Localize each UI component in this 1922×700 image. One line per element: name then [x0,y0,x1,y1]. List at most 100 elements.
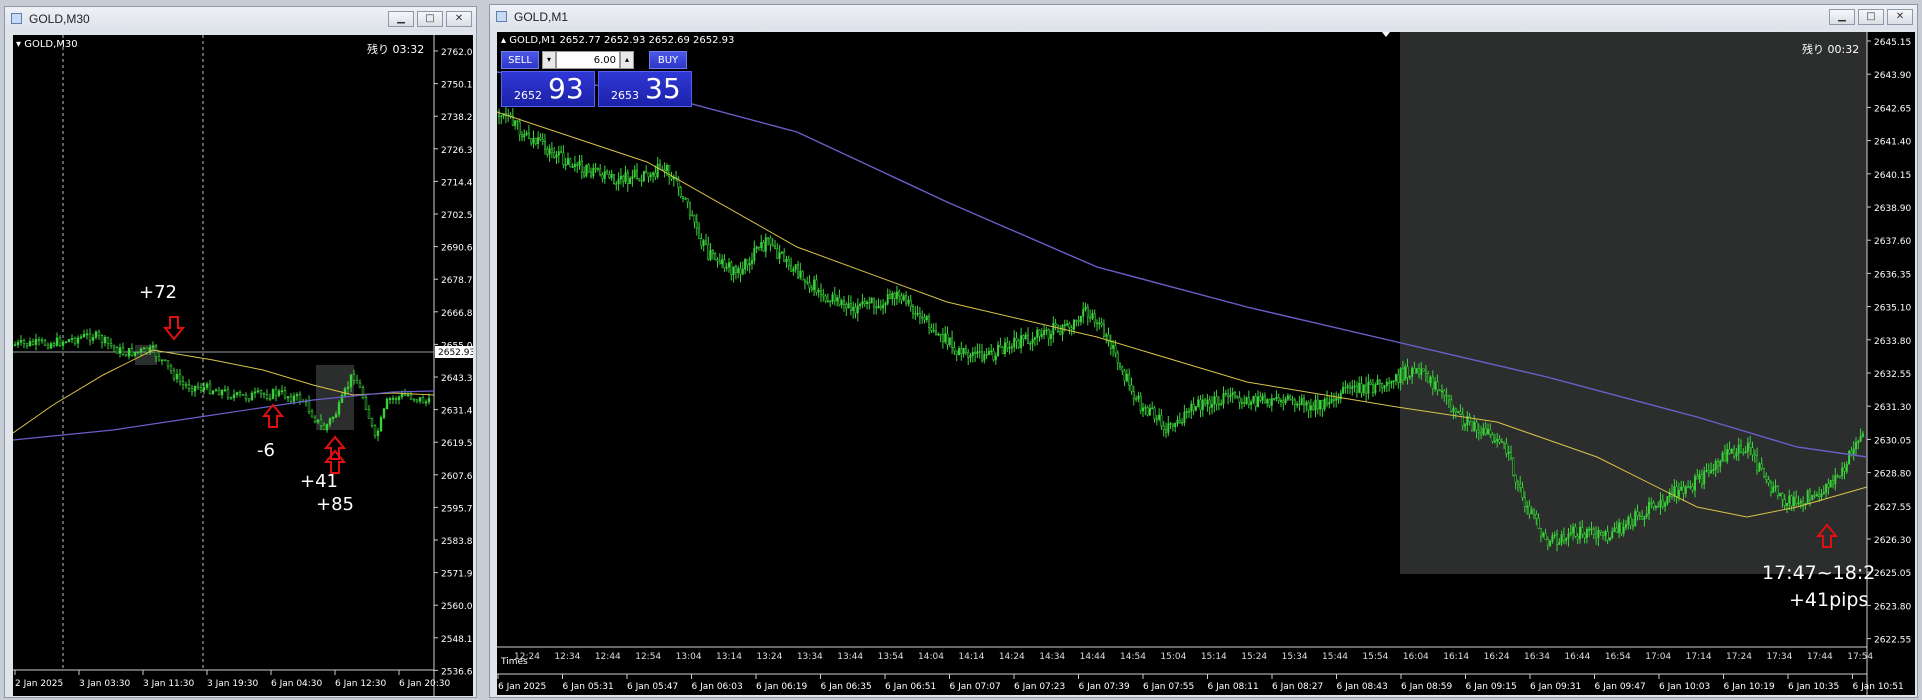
candle-body [145,347,149,353]
candle-body [1215,396,1218,405]
minimize-button[interactable]: ▁ [1829,9,1855,25]
candle-body [1445,395,1448,397]
time-tick-label: 17:34 [1766,652,1792,662]
candle-body [172,370,176,380]
candle-body [626,172,629,185]
y-tick-label: 2678.74 [441,276,473,286]
maximize-button[interactable]: □ [1858,9,1884,25]
time-tick-label: 13:14 [716,652,742,662]
maximize-button[interactable]: □ [417,11,443,27]
candle-body [748,263,751,266]
candle-body [1512,457,1515,476]
candle-body [569,158,572,168]
candle-body [895,291,898,299]
time-tick-label: 12:54 [635,652,661,662]
candle-body [1505,443,1508,454]
candle-body [1001,346,1004,354]
candle-body [1537,518,1540,529]
candle-body [391,398,395,400]
candle-body [1181,422,1184,424]
candle-body [88,333,92,341]
left-window-titlebar[interactable]: GOLD,M30 ▁ □ ✕ [5,7,476,31]
candle-body [737,268,740,273]
candle-body [259,390,263,394]
candle-body [1443,390,1446,396]
candle-body [1043,330,1046,335]
candle-body [424,401,428,404]
candle-body [1135,398,1138,400]
session-highlight-box [1400,32,1867,574]
lot-increase-button[interactable]: ▴ [620,51,634,69]
candle-body [1033,337,1036,340]
time-tick-label: 17:14 [1686,652,1712,662]
candle-body [1073,319,1075,330]
candle-body [974,351,977,354]
right-chart-area[interactable]: 2645.15 2643.90 2642.65 2641.40 2640.15 2638.… [497,32,1915,695]
candle-body [1834,475,1837,485]
candle-body [1572,526,1575,534]
candle-body [1461,413,1464,427]
candle-body [1650,502,1653,504]
candle-body [939,333,942,336]
candle-body [859,303,862,306]
left-chart-area[interactable]: 2762.04 2750.14 2738.24 2726.34 2714.44 2702.… [13,35,473,696]
candle-body [1222,393,1225,404]
candle-body [1726,449,1729,462]
candle-body [590,171,592,177]
candle-body [1493,440,1496,443]
candle-body [1263,395,1266,404]
current-price-label: 2652.93 [438,348,473,358]
candle-body [49,343,53,349]
candle-body [151,345,155,348]
buy-button[interactable]: BUY [649,51,687,69]
candle-body [1719,460,1722,467]
candle-body [962,348,965,355]
right-window-titlebar[interactable]: GOLD,M1 ▁ □ ✕ [490,5,1917,29]
candle-body [948,337,951,345]
candle-body [555,154,558,158]
candle-body [1052,323,1055,335]
chart-window-icon [496,11,507,22]
candle-body [1040,334,1043,337]
y-tick-label: 2640.15 [1874,171,1911,181]
candle-body [1765,476,1768,480]
candle-body [1728,449,1731,454]
minimize-button[interactable]: ▁ [388,11,414,27]
candle-body [235,392,239,396]
candle-body [1234,392,1236,397]
candle-body [1165,429,1167,433]
candle-body [914,313,917,316]
close-button[interactable]: ✕ [1887,9,1913,25]
candle-body [976,351,979,354]
y-tick-label: 2571.99 [441,570,473,580]
candle-body [1362,384,1365,394]
candle-body [1441,390,1443,393]
candle-body [1289,395,1292,400]
candle-body [1208,399,1211,408]
candle-body [1372,384,1374,394]
candle-body [1070,327,1073,330]
candle-body [898,291,901,297]
candle-body [709,250,712,260]
candle-body [1756,455,1759,472]
sell-button[interactable]: SELL [501,51,539,69]
y-tick-label: 2643.90 [1874,71,1911,81]
candle-body [1618,522,1621,533]
candle-body [253,391,257,394]
time-tick-label: 16:14 [1443,652,1469,662]
candle-body [1841,467,1844,477]
candle-body [1643,516,1646,520]
lot-size-input[interactable]: 6.00 [556,51,620,69]
sell-price-button[interactable]: 2652 93 [501,71,595,107]
close-button[interactable]: ✕ [446,11,472,27]
candle-body [960,348,963,355]
sell-price-major: 2652 [514,89,542,102]
candle-body [1367,381,1370,394]
candle-body [1827,483,1830,488]
buy-price-button[interactable]: 2653 35 [598,71,692,107]
y-tick-label: 2583.89 [441,537,473,547]
y-tick-label: 2548.19 [441,635,473,645]
time-tick-label: 15:54 [1362,652,1388,662]
lot-decrease-button[interactable]: ▾ [542,51,556,69]
time-tick-label: 16:24 [1484,652,1510,662]
